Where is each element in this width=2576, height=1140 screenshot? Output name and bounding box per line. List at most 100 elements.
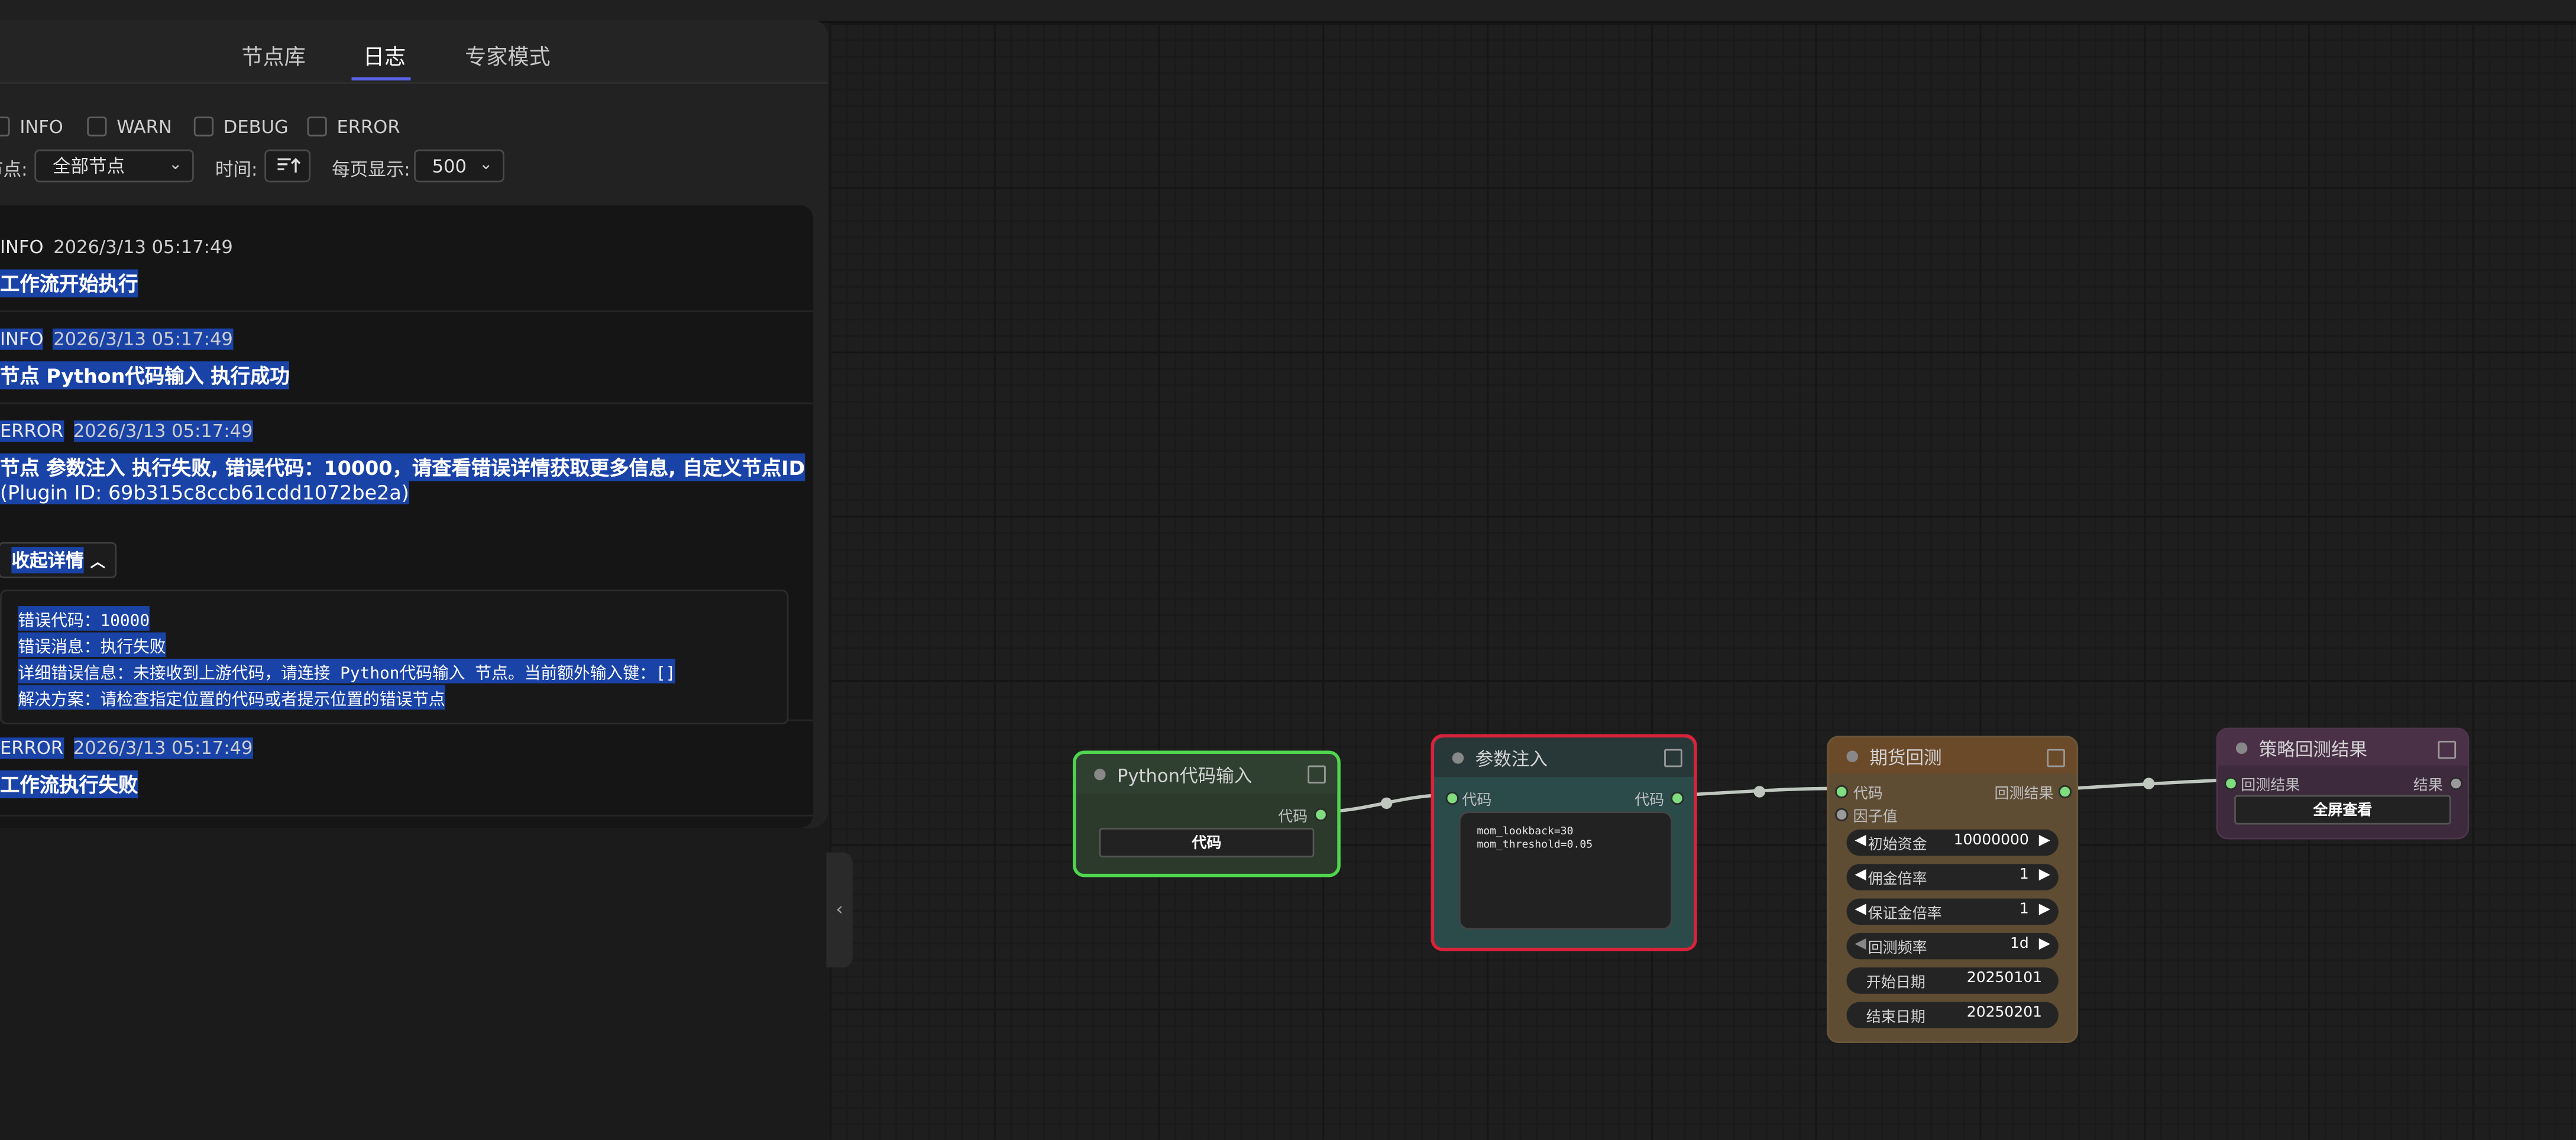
edit-icon[interactable] xyxy=(1308,765,1326,784)
node-title: 参数注入 xyxy=(1475,749,1548,770)
log-timestamp: 2026/3/13 05:17:49 xyxy=(73,420,253,442)
log-list[interactable]: INFO 2026/3/13 05:17:49 工作流开始执行 INFO 2026/… xyxy=(0,205,814,828)
chevron-left-icon: ‹ xyxy=(836,898,843,920)
page-size-label: 每页显示: xyxy=(332,159,410,181)
node-title: Python代码输入 xyxy=(1117,765,1253,787)
checkbox-icon[interactable] xyxy=(0,116,10,137)
log-level: ERROR xyxy=(0,737,64,759)
widget-end-date[interactable]: 结束日期 20250201 xyxy=(1846,1002,2059,1029)
widget-start-date[interactable]: 开始日期 20250101 xyxy=(1846,967,2059,994)
input-port-code[interactable] xyxy=(1835,785,1849,799)
error-detail-line: 错误代码：10000 xyxy=(18,606,150,631)
node-python-code-input[interactable]: Python代码输入 代码 代码 xyxy=(1073,750,1341,877)
log-level: ERROR xyxy=(0,420,64,442)
output-port[interactable] xyxy=(1314,808,1328,821)
log-timestamp: 2026/3/13 05:17:49 xyxy=(53,237,233,258)
decrement-arrow-icon[interactable]: ◀ xyxy=(1855,833,1866,849)
increment-arrow-icon[interactable]: ▶ xyxy=(2039,936,2050,953)
input-port-factor[interactable] xyxy=(1835,808,1849,821)
code-line: mom_threshold=0.05 xyxy=(1477,837,1593,851)
log-panel: 节点库 日志 专家模式 INFO WARN DEBUG ERROR 节点: 全部… xyxy=(0,20,829,828)
output-port-label: 代码 xyxy=(1278,809,1308,827)
wire-knot xyxy=(1753,786,1765,798)
widget-commission-multiplier[interactable]: ◀ 佣金倍率 1 ▶ xyxy=(1846,864,2059,890)
decrement-arrow-icon[interactable]: ◀ xyxy=(1855,867,1866,884)
log-entry[interactable]: INFO 2026/3/13 05:17:49 节点 Python代码输入 执行成… xyxy=(0,310,814,404)
output-port-label: 代码 xyxy=(1635,793,1665,810)
filter-debug[interactable]: DEBUG xyxy=(193,115,289,138)
node-header[interactable] xyxy=(1828,737,2077,774)
input-port-label: 因子值 xyxy=(1853,809,1898,827)
increment-arrow-icon[interactable]: ▶ xyxy=(2039,867,2050,884)
tab-expert-mode[interactable]: 专家模式 xyxy=(465,40,550,71)
output-port-label: 结果 xyxy=(2413,778,2443,795)
node-param-injection[interactable]: 参数注入 代码 代码 mom_lookback=30 mom_threshold… xyxy=(1431,734,1697,951)
edit-icon[interactable] xyxy=(1664,749,1682,767)
app-stage: Python代码输入 代码 代码 参数注入 代码 代码 mom_lookback… xyxy=(0,0,2576,1140)
tab-node-library[interactable]: 节点库 xyxy=(241,40,305,71)
node-futures-backtest[interactable]: 期货回测 代码 因子值 回测结果 ◀ 初始资金 10000000 ▶ ◀ 佣金倍… xyxy=(1827,736,2079,1044)
fullscreen-view-button[interactable]: 全屏查看 xyxy=(2234,795,2451,825)
log-entry[interactable]: ERROR 2026/3/13 05:17:49 工作流执行失败 xyxy=(0,720,814,817)
input-port[interactable] xyxy=(1445,791,1459,805)
input-port-label: 代码 xyxy=(1853,786,1883,804)
edit-icon[interactable] xyxy=(2438,740,2457,759)
input-port-label: 代码 xyxy=(1462,793,1492,810)
input-port-label: 回测结果 xyxy=(2241,778,2300,795)
log-entry[interactable]: INFO 2026/3/13 05:17:49 工作流开始执行 xyxy=(0,205,814,312)
increment-arrow-icon[interactable]: ▶ xyxy=(2039,833,2050,849)
widget-backtest-frequency[interactable]: ◀ 回测频率 1d ▶ xyxy=(1846,932,2059,960)
node-header[interactable] xyxy=(1434,737,1694,777)
node-title: 期货回测 xyxy=(1869,747,1942,769)
log-timestamp: 2026/3/13 05:17:49 xyxy=(73,737,253,759)
time-sort-button[interactable] xyxy=(264,149,311,183)
chevron-down-icon: ⌄ xyxy=(479,156,493,174)
decrement-arrow-icon[interactable]: ◀ xyxy=(1855,902,1866,918)
node-status-dot xyxy=(1846,750,1858,762)
input-port[interactable] xyxy=(2224,776,2238,791)
chevron-up-icon: ︿ xyxy=(90,554,105,571)
widget-margin-multiplier[interactable]: ◀ 保证金倍率 1 ▶ xyxy=(1846,898,2059,925)
log-level: INFO xyxy=(0,328,44,350)
error-detail-box[interactable]: 错误代码：10000 错误消息：执行失败 详细错误信息：未接收到上游代码，请连接… xyxy=(0,590,789,725)
filter-info[interactable]: INFO xyxy=(0,115,63,138)
widget-initial-capital[interactable]: ◀ 初始资金 10000000 ▶ xyxy=(1846,829,2059,856)
error-detail-line: 解决方案：请检查指定位置的代码或者提示位置的错误节点 xyxy=(18,685,445,710)
filter-warn[interactable]: WARN xyxy=(87,115,172,138)
panel-tabs: 节点库 日志 专家模式 xyxy=(0,20,829,84)
log-message: 节点 参数注入 执行失败, 错误代码：10000，请查看错误详情获取更多信息, … xyxy=(0,453,805,481)
sort-ascending-icon xyxy=(277,158,301,173)
output-port[interactable] xyxy=(2449,776,2463,791)
node-status-dot xyxy=(2235,742,2248,754)
output-port[interactable] xyxy=(1671,791,1684,805)
node-select[interactable]: 全部节点 ⌄ xyxy=(34,149,194,183)
chevron-down-icon: ⌄ xyxy=(169,156,183,174)
checkbox-icon[interactable] xyxy=(87,116,107,137)
time-label: 时间: xyxy=(215,159,258,181)
collapse-details-button[interactable]: 收起详情 ︿ xyxy=(0,542,117,578)
panel-collapse-button[interactable]: ‹ xyxy=(826,852,853,968)
node-status-dot xyxy=(1452,752,1464,764)
active-tab-indicator xyxy=(351,77,411,81)
node-status-dot xyxy=(1094,769,1106,780)
output-port[interactable] xyxy=(2058,785,2072,799)
log-level: INFO xyxy=(0,237,44,258)
log-message: 工作流执行失败 xyxy=(0,770,138,799)
code-button[interactable]: 代码 xyxy=(1099,828,1315,858)
tab-log[interactable]: 日志 xyxy=(363,40,406,71)
code-editor[interactable]: mom_lookback=30 mom_threshold=0.05 xyxy=(1458,811,1673,930)
error-detail-line: 详细错误信息：未接收到上游代码，请连接 Python代码输入 节点。当前额外输入… xyxy=(18,658,676,684)
node-filter-label: 节点: xyxy=(0,159,28,181)
checkbox-icon[interactable] xyxy=(307,116,327,137)
log-message: 节点 Python代码输入 执行成功 xyxy=(0,361,290,390)
page-size-select[interactable]: 500 ⌄ xyxy=(414,149,504,183)
decrement-arrow-icon[interactable]: ◀ xyxy=(1855,936,1866,953)
checkbox-icon[interactable] xyxy=(193,116,214,137)
edit-icon[interactable] xyxy=(2047,749,2065,767)
node-strategy-backtest-result[interactable]: 策略回测结果 回测结果 结果 全屏查看 xyxy=(2216,727,2470,840)
wire-knot xyxy=(1380,797,1393,809)
error-detail-line: 错误消息：执行失败 xyxy=(18,632,166,658)
node-title: 策略回测结果 xyxy=(2258,739,2368,761)
filter-error[interactable]: ERROR xyxy=(307,115,400,138)
increment-arrow-icon[interactable]: ▶ xyxy=(2039,902,2050,918)
